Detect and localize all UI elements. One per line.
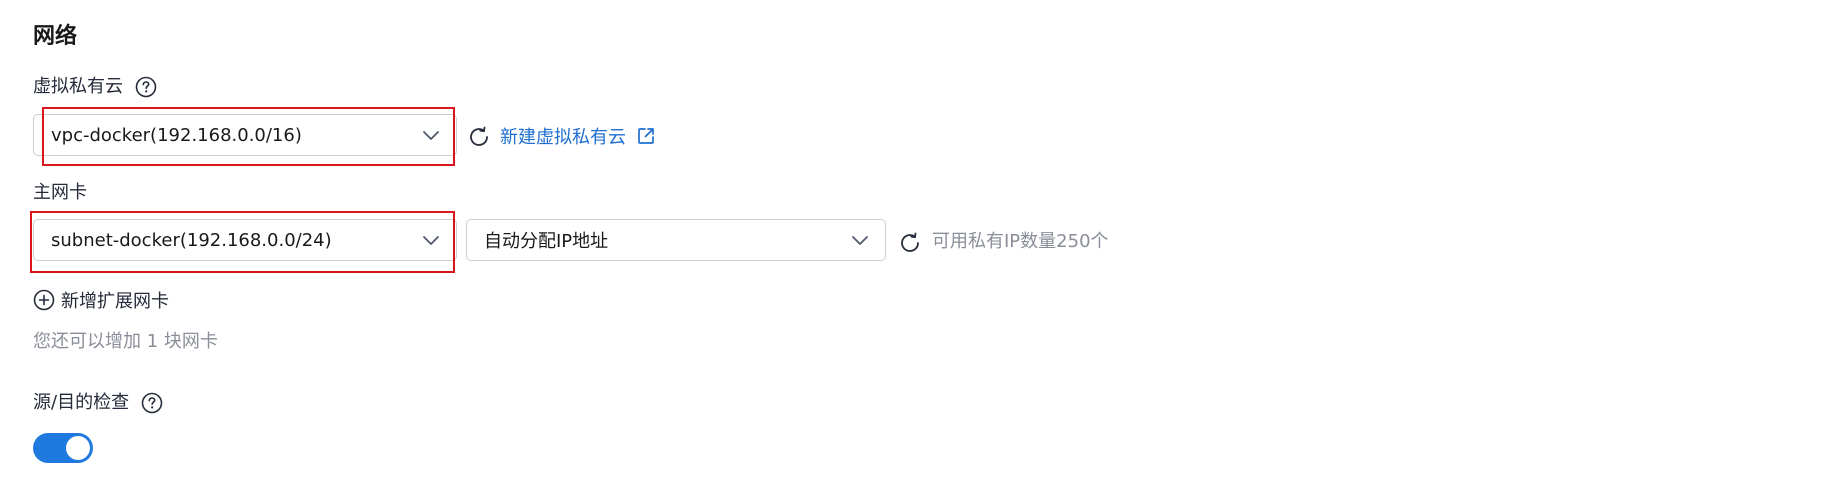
available-ip-count: 可用私有IP数量250个 — [932, 231, 1109, 252]
external-link-icon — [636, 126, 656, 146]
section-title: 网络 — [33, 24, 78, 49]
refresh-icon[interactable] — [898, 231, 922, 255]
chevron-down-icon — [851, 234, 869, 246]
create-vpc-link[interactable]: 新建虚拟私有云 — [500, 122, 656, 150]
help-icon[interactable] — [141, 392, 163, 414]
create-vpc-link-text: 新建虚拟私有云 — [500, 127, 626, 148]
remaining-nic-hint: 您还可以增加 1 块网卡 — [33, 331, 218, 352]
add-extension-nic-button[interactable]: 新增扩展网卡 — [33, 287, 169, 313]
add-extension-nic-label: 新增扩展网卡 — [61, 291, 169, 312]
vpc-label-text: 虚拟私有云 — [33, 76, 123, 97]
subnet-select-highlight-box — [30, 211, 455, 273]
refresh-icon[interactable] — [467, 125, 491, 149]
source-dest-check-field-label: 源/目的检查 — [33, 390, 163, 416]
source-dest-check-toggle[interactable] — [33, 433, 93, 463]
primary-nic-label: 主网卡 — [33, 182, 87, 203]
help-icon[interactable] — [135, 76, 157, 98]
ip-mode-select-value: 自动分配IP地址 — [484, 231, 609, 252]
ip-mode-select[interactable]: 自动分配IP地址 — [466, 219, 886, 261]
vpc-select-highlight-box — [42, 107, 455, 166]
source-dest-check-label-text: 源/目的检查 — [33, 392, 130, 413]
plus-circle-icon — [33, 289, 55, 311]
toggle-knob — [66, 436, 90, 460]
vpc-field-label: 虚拟私有云 — [33, 74, 157, 100]
